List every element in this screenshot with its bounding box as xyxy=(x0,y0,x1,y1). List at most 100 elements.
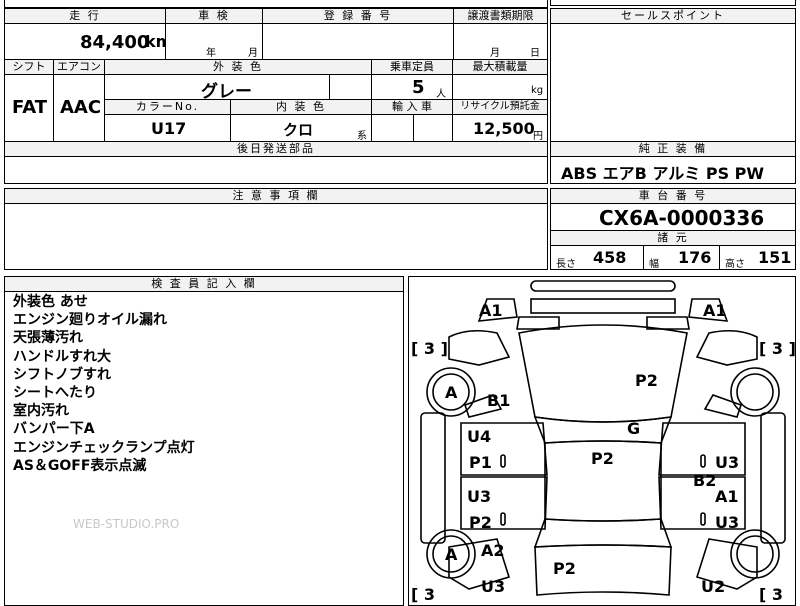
aircon-value: AAC xyxy=(60,97,102,118)
door-handle-shape xyxy=(500,454,506,468)
right-side-skirt-shape xyxy=(760,412,786,544)
exterior-color-value: グレー xyxy=(201,82,252,100)
shift-cell: FAT xyxy=(4,74,54,142)
registration-cell xyxy=(262,23,454,60)
label-p2-hood: P2 xyxy=(635,371,658,390)
interior-color-value: クロ xyxy=(283,121,314,139)
sales-point-header: セールスポイント xyxy=(550,8,796,24)
exterior-color-header: 外 装 色 xyxy=(104,59,372,75)
label-u3-right-1: U3 xyxy=(715,453,740,472)
door-handle-shape xyxy=(700,512,706,526)
inspection-cell: 年 月 xyxy=(165,23,263,60)
transfer-deadline-header: 譲渡書類期限 xyxy=(453,8,548,24)
equipment-header: 純 正 装 備 xyxy=(550,141,796,157)
label-p2-trunk: P2 xyxy=(553,559,576,578)
notes-header: 注 意 事 項 欄 xyxy=(4,188,548,204)
label-a1-right: A1 xyxy=(703,301,727,320)
left-front-fender-shape xyxy=(448,329,511,366)
inspection-month-label: 月 xyxy=(248,48,258,59)
label-u3-bottom: U3 xyxy=(481,577,506,596)
grille-shape xyxy=(530,298,676,314)
capacity-cell: 5 人 xyxy=(371,74,453,100)
right-front-fender-shape xyxy=(695,329,758,366)
wheel-front-right-inner-shape xyxy=(736,373,774,411)
label-p1: P1 xyxy=(469,453,492,472)
interior-color-header: 内 装 色 xyxy=(230,99,372,115)
length-cell: 長さ 458 xyxy=(550,245,644,270)
height-label: 高さ xyxy=(725,259,745,270)
label-u4: U4 xyxy=(467,427,492,446)
hood-shape xyxy=(518,324,688,423)
inspector-note: 天張薄汚れ xyxy=(13,330,83,347)
left-side-skirt-shape xyxy=(420,412,446,544)
inspector-note: シートへたり xyxy=(13,385,97,402)
wheel-front-right-shape xyxy=(730,367,780,417)
windshield-shape xyxy=(533,416,673,444)
length-value: 458 xyxy=(593,248,627,267)
mileage-value: 84,400 xyxy=(80,32,150,53)
label-p2-roof: P2 xyxy=(591,449,614,468)
inspector-note: エンジン廻りオイル漏れ xyxy=(13,312,167,329)
recycle-unit: 円 xyxy=(533,131,543,142)
inspection-header: 車 検 xyxy=(165,8,263,24)
label-u3-right-2: U3 xyxy=(715,513,740,532)
equipment-cell: ABS エアB アルミ PS PW xyxy=(550,156,796,184)
label-wheel-a-top: A xyxy=(445,383,458,402)
color-no-value: U17 xyxy=(151,119,187,138)
shift-value: FAT xyxy=(12,97,48,118)
car-diagram-box: A1 A1 [ 3 ] [ 3 ] A B1 P2 G P2 U4 P1 U3 … xyxy=(408,276,796,606)
width-value: 176 xyxy=(678,248,712,267)
exterior-color-cell: グレー xyxy=(104,74,330,100)
chassis-no-header: 車 台 番 号 xyxy=(550,188,796,204)
wheel-rear-right-inner-shape xyxy=(736,535,774,573)
transfer-deadline-cell: 月 日 xyxy=(453,23,548,60)
label-b2: B2 xyxy=(693,471,717,490)
recycle-header: リサイクル預託金 xyxy=(452,99,548,115)
inspector-notes-list: 外装色 あせ エンジン廻りオイル漏れ 天張薄汚れ ハンドルすれ大 シフトノブすれ… xyxy=(13,293,195,475)
label-u3-left-1: U3 xyxy=(467,487,492,506)
label-tire-rear-right: [ 3 xyxy=(759,585,784,604)
max-load-header: 最大積載量 xyxy=(452,59,548,75)
specs-header: 諸 元 xyxy=(550,230,796,246)
width-cell: 幅 176 xyxy=(643,245,720,270)
label-p2-left: P2 xyxy=(469,513,492,532)
label-tire-front-right: [ 3 ] xyxy=(759,339,796,358)
registration-header: 登 録 番 号 xyxy=(262,8,454,24)
aircon-cell: AAC xyxy=(53,74,105,142)
load-unit: kg xyxy=(531,85,544,96)
later-parts-cell xyxy=(4,156,548,184)
label-wheel-a-bottom: A xyxy=(445,545,458,564)
front-bumper-shape xyxy=(530,280,676,292)
wheel-rear-right-shape xyxy=(730,529,780,579)
shift-header: シフト xyxy=(4,59,54,75)
capacity-unit: 人 xyxy=(436,89,446,100)
interior-color-suffix: 系 xyxy=(357,131,367,142)
inspector-note: ハンドルすれ大 xyxy=(13,348,111,365)
mileage-cell: 84,400 km xyxy=(4,23,166,60)
label-a2: A2 xyxy=(481,541,505,560)
inspector-note: AS＆GOFF表示点滅 xyxy=(13,457,147,474)
recycle-value: 12,500 xyxy=(473,119,535,138)
top-cutoff-right xyxy=(550,0,796,6)
max-load-cell: kg xyxy=(452,74,548,100)
inspector-note: 外装色 あせ xyxy=(13,294,88,310)
mileage-unit: km xyxy=(145,32,165,51)
inspector-note: シフトノブすれ xyxy=(13,366,111,383)
import-header: 輸 入 車 xyxy=(371,99,453,115)
color-no-cell: U17 xyxy=(104,114,231,142)
length-label: 長さ xyxy=(556,259,576,270)
height-value: 151 xyxy=(758,248,792,267)
inspector-note: バンパー下A xyxy=(13,421,95,438)
label-tire-rear-left: [ 3 xyxy=(411,585,436,604)
label-tire-front-left: [ 3 ] xyxy=(411,339,448,358)
label-a1-right-door: A1 xyxy=(715,487,739,506)
recycle-cell: 12,500 円 xyxy=(452,114,548,142)
transfer-month-label: 月 xyxy=(490,48,500,59)
label-a1-left: A1 xyxy=(479,301,503,320)
door-handle-shape xyxy=(500,512,506,526)
later-parts-header: 後日発送部品 xyxy=(4,141,548,157)
aircon-header: エアコン xyxy=(53,59,105,75)
inspector-note: 室内汚れ xyxy=(13,403,69,420)
top-cutoff-row xyxy=(4,0,548,8)
interior-color-cell: クロ 系 xyxy=(230,114,372,142)
